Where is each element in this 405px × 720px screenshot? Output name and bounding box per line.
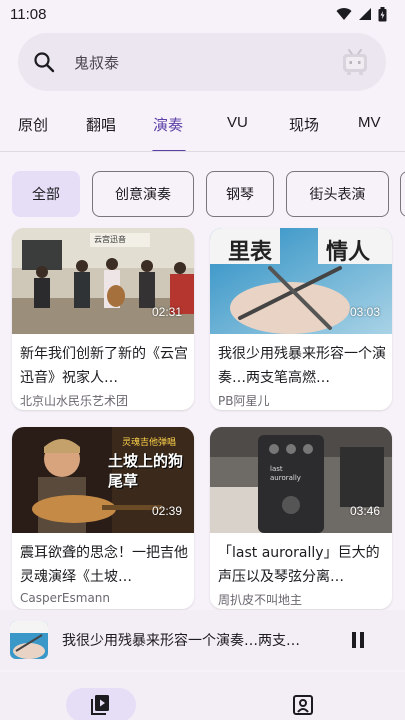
bilibili-tv-icon[interactable]: [340, 47, 370, 77]
video-card[interactable]: 灵魂吉他弹唱 土坡上的狗尾草 02:39 震耳欲聋的思念！一把吉他灵魂演绎《土坡…: [12, 427, 194, 609]
chip-street[interactable]: 街头表演: [286, 171, 389, 217]
chip-piano[interactable]: 钢琴: [206, 171, 274, 217]
thumbnail-text: last aurorally: [270, 465, 301, 482]
tab-performance[interactable]: 演奏: [153, 114, 183, 135]
account-box-icon: [293, 695, 313, 715]
thumbnail-text: 土坡上的狗尾草: [108, 452, 184, 490]
pause-icon[interactable]: [346, 628, 370, 652]
video-duration: 03:46: [349, 504, 380, 518]
video-title: 我很少用残暴来形容一个演奏…两支笔高燃…: [218, 346, 386, 386]
video-card[interactable]: last aurorally 03:46 「last aurorally」巨大的…: [210, 427, 392, 609]
category-tabs: 原创 翻唱 演奏 VU 现场 MV: [0, 104, 405, 152]
now-playing-title[interactable]: 我很少用残暴来形容一个演奏…两支…: [62, 630, 332, 650]
nav-videos[interactable]: [66, 688, 136, 720]
video-title: 新年我们创新了新的《云宫迅音》祝家人…: [20, 346, 188, 386]
status-time: 11:08: [10, 5, 47, 23]
thumbnail-text-right: 情人: [326, 240, 371, 265]
chip-more[interactable]: [400, 171, 405, 217]
battery-icon: [378, 6, 387, 21]
chip-all[interactable]: 全部: [12, 171, 80, 217]
tab-original[interactable]: 原创: [18, 114, 48, 135]
video-title: 「last aurorally」巨大的声压以及琴弦分离…: [218, 545, 380, 585]
video-card[interactable]: 里表 情人 03:03 我很少用残暴来形容一个演奏…两支笔高燃… PB阿星儿: [210, 228, 392, 410]
search-input[interactable]: 鬼叔泰: [74, 52, 340, 73]
now-playing-artwork[interactable]: [10, 621, 48, 659]
video-duration: 02:39: [151, 504, 182, 518]
status-icons: [336, 6, 387, 22]
video-author: CasperEsmann: [20, 591, 111, 605]
tab-live[interactable]: 现场: [289, 114, 319, 135]
filter-chips: 全部 创意演奏 钢琴 街头表演: [0, 171, 405, 217]
nav-profile[interactable]: [268, 688, 338, 720]
search-icon: [32, 50, 56, 74]
tab-vu[interactable]: VU: [227, 114, 248, 131]
video-author: 北京山水民乐艺术团: [20, 394, 129, 408]
bottom-navigation: [0, 672, 405, 720]
video-author: 周扒皮不叫地主: [218, 593, 303, 607]
tab-cover[interactable]: 翻唱: [86, 114, 116, 135]
search-bar[interactable]: 鬼叔泰: [18, 33, 386, 91]
active-tab-indicator: [152, 150, 186, 151]
video-library-icon: [91, 695, 109, 715]
wifi-icon: [336, 8, 352, 20]
status-bar: 11:08: [0, 0, 405, 28]
thumbnail-subtitle: 灵魂吉他弹唱: [122, 438, 177, 448]
video-card[interactable]: 云宫迅音 02:31 新年我们创新了新的《云宫迅音》祝家人… 北京山水民乐艺术团: [12, 228, 194, 410]
signal-icon: [359, 8, 371, 20]
chip-creative[interactable]: 创意演奏: [92, 171, 194, 217]
thumbnail-text-left: 里表: [228, 240, 273, 265]
mini-player[interactable]: 我很少用残暴来形容一个演奏…两支…: [0, 610, 405, 670]
video-title: 震耳欲聋的思念！一把吉他灵魂演绎《土坡…: [20, 545, 188, 585]
thumbnail-text: 云宫迅音: [94, 235, 126, 244]
video-duration: 02:31: [151, 305, 182, 319]
tab-mv[interactable]: MV: [358, 114, 381, 131]
video-author: PB阿星儿: [218, 394, 270, 408]
video-duration: 03:03: [349, 305, 380, 319]
